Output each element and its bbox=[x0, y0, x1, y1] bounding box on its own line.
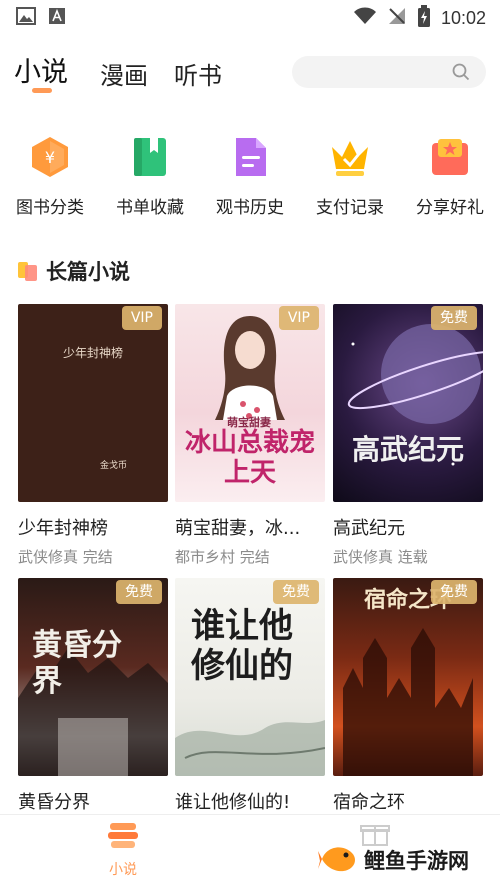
nav-label: 小说 bbox=[109, 862, 137, 878]
watermark-text: 鲤鱼手游网 bbox=[364, 849, 469, 873]
document-history-icon bbox=[228, 135, 272, 179]
free-badge: 免费 bbox=[431, 580, 477, 604]
book-meta: 武侠修真 完结 bbox=[18, 548, 113, 566]
book-cover[interactable]: 谁让他修仙的 免费 bbox=[175, 578, 325, 776]
tab-audiobook[interactable]: 听书 bbox=[174, 56, 222, 91]
cover-illustration bbox=[347, 324, 483, 466]
category-label: 图书分类 bbox=[16, 198, 84, 218]
category-payment-records[interactable]: 支付记录 bbox=[300, 135, 400, 235]
section-title: 长篇小说 bbox=[46, 260, 130, 284]
book-card[interactable]: 谁让他修仙的 免费 谁让他修仙的! bbox=[175, 578, 325, 814]
book-title: 宿命之环 bbox=[333, 792, 405, 813]
book-cover[interactable]: 高武纪元 免费 bbox=[333, 304, 483, 502]
category-label: 分享好礼 bbox=[416, 198, 484, 218]
category-label: 支付记录 bbox=[316, 198, 384, 218]
books-stack-icon bbox=[106, 821, 140, 853]
search-icon[interactable] bbox=[452, 63, 470, 85]
book-card[interactable]: 萌宝甜妻 冰山总裁宠上天 VIP 萌宝甜妻，冰... 都市乡村 完结 bbox=[175, 304, 325, 567]
bookmark-book-icon bbox=[128, 135, 172, 179]
book-title: 少年封神榜 bbox=[18, 518, 108, 539]
wifi-icon bbox=[353, 7, 377, 29]
status-time: 10:02 bbox=[440, 7, 486, 28]
category-book-classification[interactable]: ¥ 图书分类 bbox=[0, 135, 100, 235]
watermark: 鲤鱼手游网 bbox=[318, 838, 469, 882]
crown-icon bbox=[328, 135, 372, 179]
cover-author: 金戈币 bbox=[100, 461, 128, 471]
search-input[interactable] bbox=[292, 56, 486, 88]
book-card[interactable]: 少年封神榜 金戈币 VIP 少年封神榜 武侠修真 完结 bbox=[18, 304, 168, 567]
category-shortcuts: ¥ 图书分类 书单收藏 观书历史 支付记录 分享好礼 bbox=[0, 135, 500, 235]
category-booklist-favorites[interactable]: 书单收藏 bbox=[100, 135, 200, 235]
category-label: 书单收藏 bbox=[116, 198, 184, 218]
status-bar: 10:02 bbox=[0, 0, 500, 36]
book-title: 谁让他修仙的! bbox=[175, 792, 291, 813]
cover-illustration bbox=[215, 316, 285, 420]
tab-comic[interactable]: 漫画 bbox=[100, 56, 148, 91]
cover-title: 少年封神榜 bbox=[62, 346, 123, 360]
section-mark-icon bbox=[18, 260, 40, 282]
tab-novel[interactable]: 小说 bbox=[14, 50, 68, 89]
font-notification-icon bbox=[48, 7, 66, 29]
book-meta: 都市乡村 完结 bbox=[175, 548, 270, 566]
book-cover[interactable]: 少年封神榜 金戈币 VIP bbox=[18, 304, 168, 502]
vip-badge: VIP bbox=[121, 306, 162, 330]
book-category-icon: ¥ bbox=[28, 135, 72, 179]
book-meta: 武侠修真 连载 bbox=[333, 548, 428, 566]
category-share-gifts[interactable]: 分享好礼 bbox=[400, 135, 500, 235]
svg-text:¥: ¥ bbox=[45, 148, 55, 167]
book-card[interactable]: 宿命之环 免费 宿命之环 bbox=[333, 578, 483, 814]
cover-title: 冰山总裁宠上天 bbox=[185, 428, 316, 488]
book-cover[interactable]: 萌宝甜妻 冰山总裁宠上天 VIP bbox=[175, 304, 325, 502]
free-badge: 免费 bbox=[431, 306, 477, 330]
book-title: 黄昏分界 bbox=[18, 792, 90, 813]
free-badge: 免费 bbox=[116, 580, 162, 604]
book-cover[interactable]: 黄昏分界 免费 bbox=[18, 578, 168, 776]
gift-icon bbox=[428, 135, 472, 179]
cover-title: 谁让他修仙的 bbox=[191, 606, 293, 686]
cover-title: 高武纪元 bbox=[351, 433, 464, 466]
vip-badge: VIP bbox=[278, 306, 319, 330]
nav-item-novel[interactable]: 小说 bbox=[106, 821, 140, 879]
battery-icon bbox=[417, 5, 431, 31]
free-badge: 免费 bbox=[273, 580, 319, 604]
book-title: 高武纪元 bbox=[333, 518, 405, 539]
book-card[interactable]: 高武纪元 免费 高武纪元 武侠修真 连载 bbox=[333, 304, 483, 567]
cover-title: 黄昏分界 bbox=[32, 628, 122, 699]
no-signal-icon bbox=[387, 6, 407, 30]
book-card[interactable]: 黄昏分界 免费 黄昏分界 bbox=[18, 578, 168, 814]
book-title: 萌宝甜妻，冰... bbox=[175, 518, 301, 539]
section-header: 长篇小说 bbox=[18, 256, 130, 286]
fish-logo-icon bbox=[318, 841, 358, 879]
active-tab-indicator bbox=[32, 88, 52, 93]
top-nav: 小说 漫画 听书 bbox=[0, 50, 500, 100]
image-notification-icon bbox=[16, 7, 36, 29]
category-label: 观书历史 bbox=[216, 198, 284, 218]
category-reading-history[interactable]: 观书历史 bbox=[200, 135, 300, 235]
book-cover[interactable]: 宿命之环 免费 bbox=[333, 578, 483, 776]
